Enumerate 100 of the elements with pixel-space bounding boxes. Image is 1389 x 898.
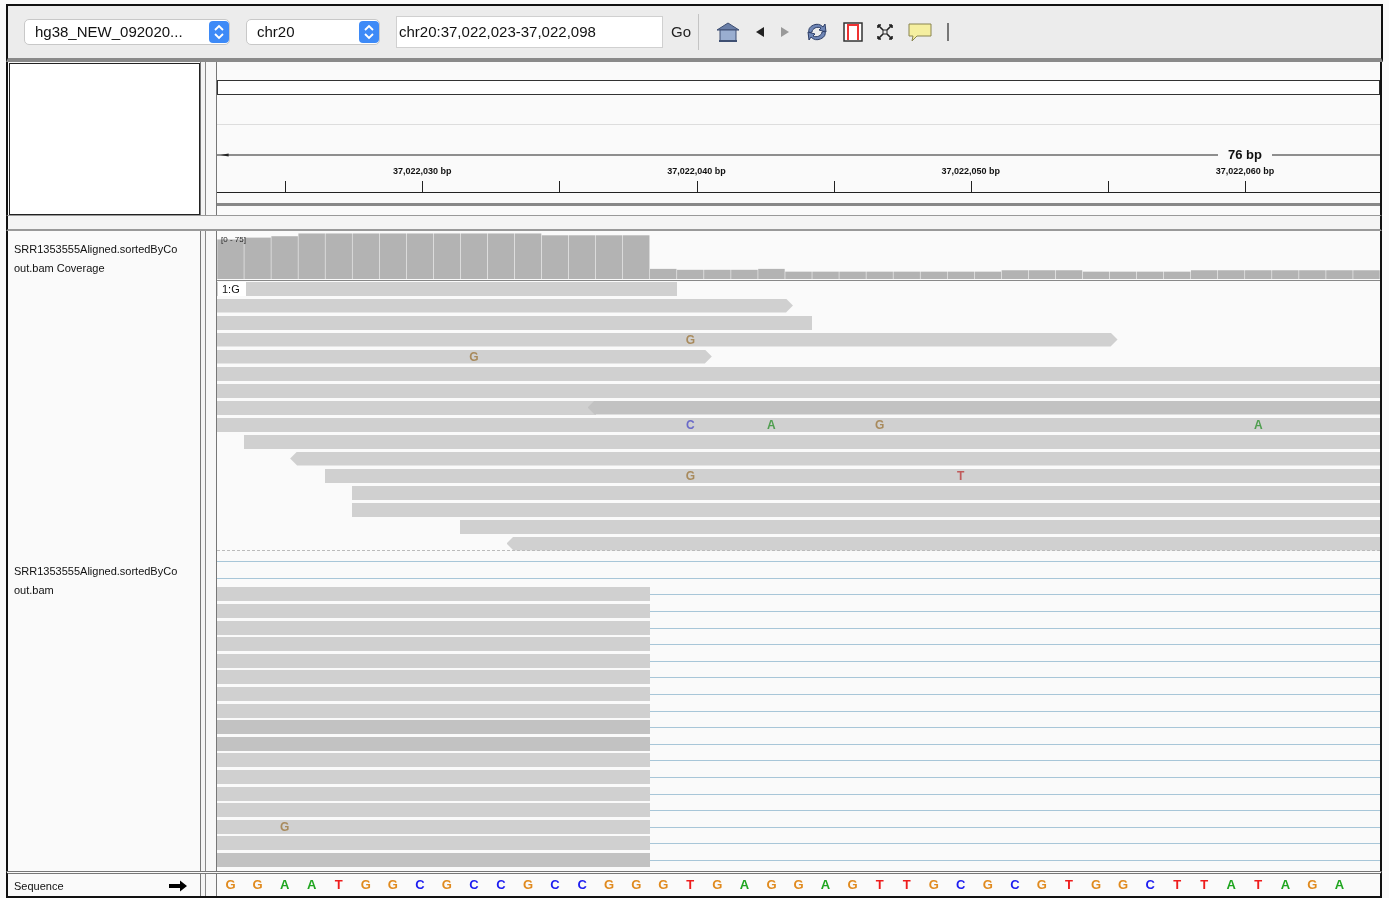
coverage-bar xyxy=(595,234,623,279)
sequence-base: T xyxy=(1063,877,1074,893)
coverage-bar xyxy=(1055,269,1083,279)
coverage-bar xyxy=(1190,269,1218,279)
region-icon[interactable] xyxy=(843,21,863,42)
genome-dropdown[interactable]: hg38_NEW_092020... xyxy=(24,18,230,45)
mismatch-base: A xyxy=(1252,417,1264,432)
mismatch-base: C xyxy=(684,417,696,432)
splitter-bar[interactable] xyxy=(200,874,217,896)
speech-balloon-icon[interactable] xyxy=(907,20,933,43)
sequence-base: G xyxy=(386,877,399,893)
read-bar[interactable] xyxy=(325,468,1380,483)
coverage-bar xyxy=(1299,269,1326,279)
back-icon[interactable] xyxy=(754,25,766,38)
coverage-bar xyxy=(217,238,244,279)
splitter-bar[interactable] xyxy=(200,553,217,872)
sequence-base: T xyxy=(1199,877,1210,893)
mismatch-base: G xyxy=(278,819,291,834)
coverage-bar xyxy=(1353,269,1380,279)
mismatch-base: A xyxy=(766,417,777,432)
sequence-base: G xyxy=(846,877,859,893)
sequence-base: G xyxy=(1035,877,1048,893)
mismatch-base: G xyxy=(684,332,696,347)
track-name: SRR1353555Aligned.sortedByCo out.bam xyxy=(14,564,179,599)
sequence-base: G xyxy=(927,877,940,893)
read-bar[interactable] xyxy=(506,536,1380,551)
ruler-label: 37,022,050 bp xyxy=(941,165,1001,176)
mismatch-base: G xyxy=(468,349,480,364)
sequence-base: G xyxy=(603,877,616,893)
sequence-base: A xyxy=(819,877,832,893)
sequence-base: G xyxy=(224,877,237,893)
sequence-base: G xyxy=(981,877,994,893)
read-bar[interactable] xyxy=(217,736,650,751)
read-bar[interactable] xyxy=(290,451,1380,466)
coverage-bar xyxy=(244,237,271,279)
locus-field[interactable]: chr20:37,022,023-37,022,098 xyxy=(396,15,663,48)
track-name: SRR1353555Aligned.sortedByCo out.bam Coverage xyxy=(14,241,179,276)
coverage-bar xyxy=(460,232,488,279)
mismatch-base: G xyxy=(873,417,886,432)
sequence-base: A xyxy=(1225,877,1237,893)
sequence-base: A xyxy=(278,877,291,893)
ruler-label: 37,022,030 bp xyxy=(393,165,452,176)
sequence-base: G xyxy=(630,877,643,893)
read-bar[interactable] xyxy=(460,519,1380,534)
insertion-label: 1:G xyxy=(218,281,246,296)
coverage-bar xyxy=(352,232,379,279)
sequence-base: G xyxy=(1089,877,1103,893)
coverage-bar xyxy=(1001,269,1029,279)
span-label: 76 bp xyxy=(1218,147,1272,163)
stepper-icon xyxy=(359,20,379,43)
sequence-base: T xyxy=(1253,877,1264,893)
coverage-bar xyxy=(1245,269,1272,279)
sequence-base: G xyxy=(1306,877,1319,893)
sequence-base: C xyxy=(468,877,480,893)
range-label: [0 - 75] xyxy=(221,234,246,244)
splitter-bar[interactable] xyxy=(200,230,217,554)
coverage-bar xyxy=(731,269,758,279)
sequence-base: C xyxy=(955,877,967,893)
sequence-base: C xyxy=(1144,877,1156,893)
go-button[interactable]: Go xyxy=(669,23,693,41)
coverage-bar xyxy=(433,232,461,279)
sequence-base: G xyxy=(657,877,670,893)
forward-icon[interactable] xyxy=(779,25,791,38)
strand-arrow-icon[interactable] xyxy=(168,880,188,893)
coverage-bar xyxy=(541,234,569,279)
track-name: Sequence xyxy=(14,880,64,893)
fit-icon[interactable] xyxy=(876,22,894,41)
sequence-base: C xyxy=(576,877,588,893)
sequence-base: G xyxy=(251,877,264,893)
slider-handle-icon[interactable] xyxy=(946,22,950,41)
read-bar[interactable] xyxy=(352,485,1380,500)
mismatch-base: T xyxy=(956,468,966,483)
coverage-bar xyxy=(487,232,515,279)
sequence-base: A xyxy=(305,877,318,893)
read-bar[interactable] xyxy=(244,434,1380,449)
read-bar[interactable] xyxy=(217,720,650,735)
chromosome-dropdown[interactable]: chr20 xyxy=(246,18,380,45)
sequence-base: G xyxy=(359,877,372,893)
sequence-base: C xyxy=(414,877,426,893)
sequence-base: T xyxy=(874,877,885,893)
coverage-bar xyxy=(379,232,407,279)
refresh-icon[interactable] xyxy=(804,20,830,43)
coverage-bar xyxy=(704,269,731,279)
coverage-bar xyxy=(1326,269,1353,279)
sequence-base: A xyxy=(1279,877,1291,893)
sequence-base: G xyxy=(792,877,805,893)
coverage-bar xyxy=(568,234,596,279)
coverage-bar xyxy=(1272,269,1299,279)
sequence-base: T xyxy=(685,877,696,893)
sequence-base: G xyxy=(440,877,453,893)
sequence-base: C xyxy=(495,877,507,893)
coverage-bar xyxy=(271,235,298,279)
sequence-base: T xyxy=(1172,877,1183,893)
home-icon[interactable] xyxy=(715,20,741,43)
read-bar[interactable] xyxy=(587,400,1380,415)
sequence-base: A xyxy=(738,877,751,893)
splitter-bar[interactable] xyxy=(200,61,217,215)
mismatch-base: G xyxy=(684,468,696,483)
read-bar[interactable] xyxy=(352,502,1380,517)
coverage-bar xyxy=(677,269,704,279)
